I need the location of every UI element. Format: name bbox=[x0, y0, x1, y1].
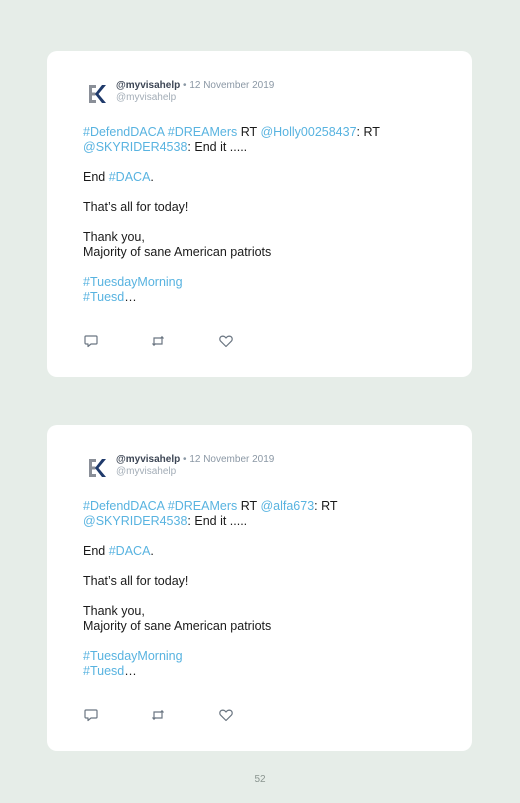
rt-text: : RT bbox=[314, 499, 338, 513]
retweet-icon[interactable] bbox=[150, 707, 166, 723]
rt-text: RT bbox=[240, 499, 257, 513]
hashtag-link[interactable]: #TuesdayMorning bbox=[83, 275, 183, 289]
tweet-text: . bbox=[150, 544, 154, 558]
user-handle: @myvisahelp bbox=[116, 92, 177, 103]
tweet-text: That’s all for today! bbox=[83, 574, 189, 588]
mention-link[interactable]: @Holly00258437 bbox=[260, 125, 356, 139]
hashtag-link[interactable]: #DACA bbox=[109, 544, 151, 558]
tweet-text: . bbox=[150, 170, 154, 184]
mention-link[interactable]: @SKYRIDER4538 bbox=[83, 140, 187, 154]
tweet-text: Thank you, bbox=[83, 604, 145, 618]
separator: • bbox=[183, 80, 187, 91]
ek-logo-icon bbox=[89, 459, 106, 477]
heart-icon[interactable] bbox=[218, 707, 234, 723]
hashtag-link[interactable]: #DefendDACA bbox=[83, 125, 164, 139]
tweet-text: End bbox=[83, 544, 106, 558]
ellipsis: … bbox=[124, 664, 137, 678]
rt-text: : RT bbox=[356, 125, 380, 139]
display-name[interactable]: @myvisahelp bbox=[116, 80, 180, 91]
separator: • bbox=[183, 454, 187, 465]
tweet-card: @myvisahelp • 12 November 2019 @myvisahe… bbox=[47, 51, 472, 377]
reply-icon[interactable] bbox=[83, 707, 99, 723]
rt-text: RT bbox=[240, 125, 257, 139]
display-name[interactable]: @myvisahelp bbox=[116, 454, 180, 465]
heart-icon[interactable] bbox=[218, 333, 234, 349]
hashtag-link[interactable]: #TuesdayMorning bbox=[83, 649, 183, 663]
tweet-body: #DefendDACA #DREAMers RT @Holly00258437:… bbox=[83, 125, 443, 320]
tweet-card: @myvisahelp • 12 November 2019 @myvisahe… bbox=[47, 425, 472, 751]
tweet-date[interactable]: 12 November 2019 bbox=[189, 454, 274, 465]
ek-logo-icon bbox=[89, 85, 106, 103]
hashtag-link[interactable]: #DREAMers bbox=[168, 125, 237, 139]
tweet-body: #DefendDACA #DREAMers RT @alfa673: RT @S… bbox=[83, 499, 443, 694]
hashtag-link[interactable]: #DACA bbox=[109, 170, 151, 184]
hashtag-link[interactable]: #DefendDACA bbox=[83, 499, 164, 513]
tweet-text: Majority of sane American patriots bbox=[83, 245, 272, 259]
ellipsis: … bbox=[124, 290, 137, 304]
tweet-text: Majority of sane American patriots bbox=[83, 619, 272, 633]
tweet-text: That’s all for today! bbox=[83, 200, 189, 214]
tweet-text: End bbox=[83, 170, 106, 184]
mention-link[interactable]: @alfa673 bbox=[260, 499, 314, 513]
user-handle: @myvisahelp bbox=[116, 466, 177, 477]
tweet-text: : End it ..... bbox=[187, 514, 248, 528]
tweet-header: @myvisahelp • 12 November 2019 @myvisahe… bbox=[116, 80, 274, 104]
hashtag-link[interactable]: #DREAMers bbox=[168, 499, 237, 513]
retweet-icon[interactable] bbox=[150, 333, 166, 349]
tweet-text: : End it ..... bbox=[187, 140, 248, 154]
reply-icon[interactable] bbox=[83, 333, 99, 349]
hashtag-link[interactable]: #Tuesd bbox=[83, 664, 124, 678]
tweet-header: @myvisahelp • 12 November 2019 @myvisahe… bbox=[116, 454, 274, 478]
page-number: 52 bbox=[254, 774, 266, 785]
tweet-text: Thank you, bbox=[83, 230, 145, 244]
hashtag-link[interactable]: #Tuesd bbox=[83, 290, 124, 304]
tweet-date[interactable]: 12 November 2019 bbox=[189, 80, 274, 91]
mention-link[interactable]: @SKYRIDER4538 bbox=[83, 514, 187, 528]
